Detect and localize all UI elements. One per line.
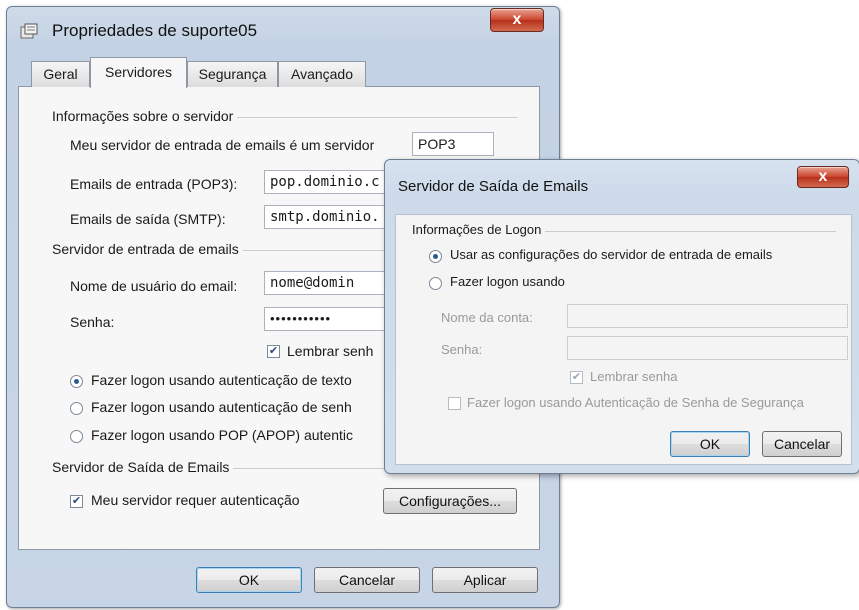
tab-servers[interactable]: Servidores [90,57,187,88]
incoming-server-group-label: Servidor de entrada de emails [52,241,243,257]
incoming-server-input[interactable]: pop.dominio.c [264,170,388,194]
requires-auth-label: Meu servidor requer autenticação [91,492,300,508]
spa-label: Fazer logon usando Autenticação de Senha… [467,395,804,410]
tab-advanced[interactable]: Avançado [278,61,366,87]
incoming-type-label: Meu servidor de entrada de emails é um s… [70,137,375,153]
logon-info-group-label: Informações de Logon [412,222,546,237]
mail-properties-icon [20,22,38,40]
tab-label: Segurança [198,66,267,82]
sub-option-label: Usar as configurações do servidor de ent… [450,247,773,262]
cancel-button[interactable]: Cancelar [314,567,420,593]
tab-label: Geral [43,66,78,82]
tab-general[interactable]: Geral [31,61,90,87]
close-button[interactable]: x [490,8,544,32]
sub-remember-checkbox[interactable]: ✔ [570,371,583,384]
username-label: Nome de usuário do email: [70,278,238,294]
dialog-title: Propriedades de suporte05 [52,21,258,40]
logon-option-label: Fazer logon usando autenticação de texto [91,372,352,388]
logon-password-auth-radio[interactable] [70,402,83,415]
sub-cancel-button[interactable]: Cancelar [762,431,842,457]
server-info-group-label: Informações sobre o servidor [52,108,238,124]
tab-label: Servidores [105,64,172,80]
use-incoming-settings-radio[interactable] [429,250,442,263]
configure-outgoing-button[interactable]: Configurações... [383,488,517,514]
logon-option-label: Fazer logon usando autenticação de senh [91,399,352,415]
sub-remember-label: Lembrar senha [590,369,678,384]
incoming-server-label: Emails de entrada (POP3): [70,176,238,192]
sub-password-input[interactable] [567,336,848,360]
close-icon: x [818,168,828,185]
outgoing-server-label: Emails de saída (SMTP): [70,211,226,227]
apply-button[interactable]: Aplicar [432,567,538,593]
sub-dialog-title: Servidor de Saída de Emails [398,178,589,195]
account-name-label: Nome da conta: [441,310,533,325]
outgoing-server-input[interactable]: smtp.dominio. [264,205,388,229]
sub-option-label: Fazer logon usando [450,274,565,289]
password-label: Senha: [70,314,115,330]
logon-text-auth-radio[interactable] [70,375,83,388]
sub-ok-button[interactable]: OK [670,431,750,457]
ok-button[interactable]: OK [196,567,302,593]
remember-password-label: Lembrar senh [287,343,374,359]
close-icon: x [512,11,522,28]
sub-password-label: Senha: [441,342,483,357]
username-input[interactable]: nome@domin [264,271,388,295]
sub-close-button[interactable]: x [797,166,849,188]
remember-password-checkbox[interactable]: ✔ [267,345,280,358]
logon-apop-radio[interactable] [70,430,83,443]
tab-label: Avançado [290,66,353,82]
requires-auth-checkbox[interactable]: ✔ [70,495,83,508]
incoming-type-field[interactable]: POP3 [412,132,494,156]
password-input[interactable]: ••••••••••• [264,307,388,331]
tab-security[interactable]: Segurança [187,61,278,87]
logon-using-radio[interactable] [429,277,442,290]
spa-checkbox[interactable] [448,397,461,410]
outgoing-server-group-label: Servidor de Saída de Emails [52,459,234,475]
logon-option-label: Fazer logon usando POP (APOP) autentic [91,427,353,443]
account-name-input[interactable] [567,304,848,328]
